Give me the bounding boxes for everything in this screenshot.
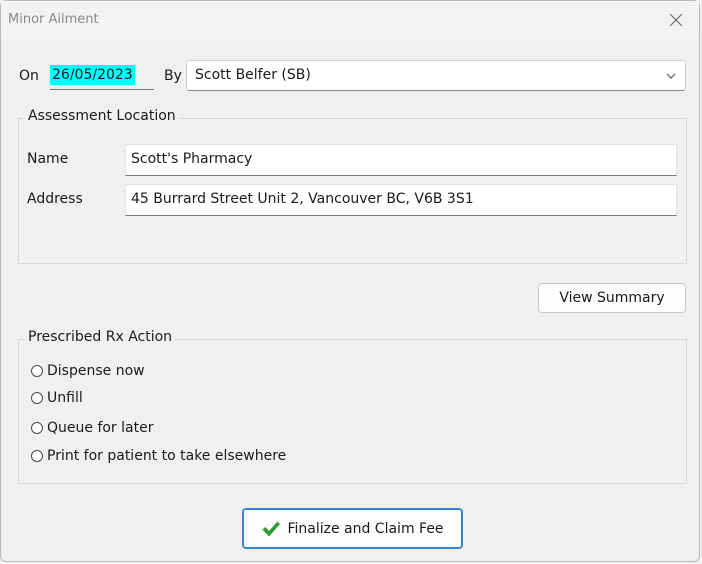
radio-label: Unfill <box>47 390 83 406</box>
assessment-location-legend: Assessment Location <box>25 108 179 124</box>
by-dropdown-value: Scott Belfer (SB) <box>195 67 311 83</box>
name-label: Name <box>27 151 69 167</box>
radio-label: Print for patient to take elsewhere <box>47 448 287 464</box>
name-field-value: Scott's Pharmacy <box>131 151 253 167</box>
close-button[interactable] <box>653 1 699 39</box>
radio-circle-icon <box>31 422 43 434</box>
radio-label: Dispense now <box>47 363 145 379</box>
date-field[interactable]: 26/05/2023 <box>50 63 154 90</box>
radio-print-for-patient[interactable]: Print for patient to take elsewhere <box>31 448 286 464</box>
finalize-claim-fee-button[interactable]: Finalize and Claim Fee <box>242 508 463 549</box>
close-icon <box>669 13 683 27</box>
chevron-down-icon <box>666 73 676 79</box>
radio-unfill[interactable]: Unfill <box>31 390 83 406</box>
address-label: Address <box>27 191 83 207</box>
on-label: On <box>19 68 39 84</box>
address-field-value: 45 Burrard Street Unit 2, Vancouver BC, … <box>131 191 474 207</box>
radio-label: Queue for later <box>47 420 154 436</box>
date-value: 26/05/2023 <box>50 65 135 85</box>
radio-dispense-now[interactable]: Dispense now <box>31 363 145 379</box>
view-summary-button[interactable]: View Summary <box>538 283 686 313</box>
checkmark-icon <box>262 521 281 536</box>
window-title: Minor Ailment <box>8 12 99 27</box>
address-field[interactable]: 45 Burrard Street Unit 2, Vancouver BC, … <box>125 184 677 216</box>
radio-circle-icon <box>31 450 43 462</box>
prescribed-rx-action-legend: Prescribed Rx Action <box>25 329 176 345</box>
by-dropdown[interactable]: Scott Belfer (SB) <box>186 60 686 91</box>
title-bar: Minor Ailment <box>1 1 699 39</box>
radio-queue-for-later[interactable]: Queue for later <box>31 420 153 436</box>
finalize-label: Finalize and Claim Fee <box>287 520 444 537</box>
radio-circle-icon <box>31 392 43 404</box>
name-field[interactable]: Scott's Pharmacy <box>125 144 677 176</box>
radio-circle-icon <box>31 365 43 377</box>
by-label: By <box>164 68 182 84</box>
minor-ailment-dialog: Minor Ailment On 26/05/2023 By Scott Bel… <box>0 0 700 562</box>
